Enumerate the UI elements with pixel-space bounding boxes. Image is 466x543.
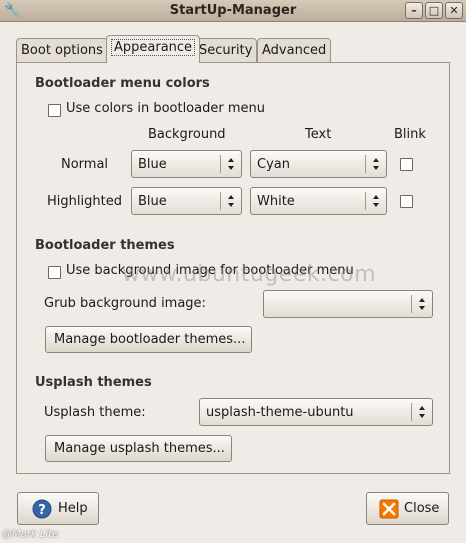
bootloader-colors-heading: Bootloader menu colors [35, 76, 210, 91]
combo-separator [220, 155, 221, 173]
grub-background-select[interactable] [263, 290, 433, 318]
normal-blink-checkbox[interactable] [400, 158, 413, 171]
title-bar[interactable]: 🔧 StartUp-Manager – □ ✕ [0, 0, 466, 22]
tab-advanced[interactable]: Advanced [257, 38, 332, 62]
updown-arrows-icon [419, 298, 425, 310]
tab-label: Appearance [111, 39, 196, 56]
tab-label: Advanced [262, 43, 327, 58]
combo-value: Cyan [257, 157, 290, 172]
maximize-button[interactable]: □ [425, 2, 443, 19]
window-title: StartUp-Manager [169, 3, 297, 18]
help-icon: ? [32, 499, 52, 519]
combo-separator [220, 192, 221, 210]
combo-value: usplash-theme-ubuntu [206, 405, 354, 420]
highlighted-text-select[interactable]: White [250, 187, 387, 215]
combo-separator [365, 192, 366, 210]
tab-appearance[interactable]: Appearance [106, 35, 201, 63]
combo-separator [411, 295, 412, 313]
use-colors-checkbox[interactable] [48, 104, 61, 117]
svg-text:?: ? [38, 503, 46, 518]
tab-security[interactable]: Security [194, 38, 258, 62]
highlighted-background-select[interactable]: Blue [131, 187, 242, 215]
usplash-theme-select[interactable]: usplash-theme-ubuntu [199, 398, 433, 426]
startup-manager-window: 🔧 StartUp-Manager – □ ✕ Boot options App… [0, 0, 466, 543]
combo-value: White [257, 194, 295, 209]
background-column-header: Background [148, 127, 226, 142]
minimize-button[interactable]: – [405, 2, 423, 19]
updown-arrows-icon [373, 195, 379, 207]
updown-arrows-icon [228, 158, 234, 170]
blink-column-header: Blink [394, 127, 426, 142]
use-background-image-checkbox[interactable] [48, 266, 61, 279]
normal-text-select[interactable]: Cyan [250, 150, 387, 178]
help-button[interactable]: ? Help [17, 492, 99, 525]
close-icon [379, 499, 399, 519]
button-label: Manage usplash themes... [54, 441, 225, 456]
close-button[interactable]: Close [366, 492, 449, 525]
combo-value: Blue [138, 194, 167, 209]
credit-text: @Mark Lite [2, 529, 59, 540]
bootloader-themes-heading: Bootloader themes [35, 238, 175, 253]
tab-boot-options[interactable]: Boot options [16, 38, 108, 62]
tab-label: Security [199, 43, 253, 58]
manage-usplash-themes-button[interactable]: Manage usplash themes... [45, 435, 232, 462]
usplash-themes-heading: Usplash themes [35, 375, 152, 390]
highlighted-row-label: Highlighted [47, 194, 122, 209]
normal-row-label: Normal [61, 157, 109, 172]
updown-arrows-icon [373, 158, 379, 170]
maximize-icon: □ [428, 4, 440, 17]
text-column-header: Text [305, 127, 332, 142]
watermark-text: www.ubuntugeek.com [122, 262, 377, 287]
updown-arrows-icon [228, 195, 234, 207]
manage-bootloader-themes-button[interactable]: Manage bootloader themes... [45, 326, 252, 353]
usplash-theme-label: Usplash theme: [44, 405, 146, 420]
updown-arrows-icon [419, 406, 425, 418]
grub-background-label: Grub background image: [44, 296, 206, 311]
close-window-button[interactable]: ✕ [445, 2, 463, 19]
normal-background-select[interactable]: Blue [131, 150, 242, 178]
combo-separator [411, 403, 412, 421]
close-label: Close [404, 501, 440, 516]
use-colors-label: Use colors in bootloader menu [66, 101, 265, 116]
combo-separator [365, 155, 366, 173]
tab-label: Boot options [21, 43, 103, 58]
close-icon: ✕ [449, 4, 459, 17]
button-label: Manage bootloader themes... [54, 332, 246, 347]
combo-value: Blue [138, 157, 167, 172]
minimize-icon: – [411, 4, 417, 17]
help-label: Help [58, 501, 88, 516]
highlighted-blink-checkbox[interactable] [400, 195, 413, 208]
